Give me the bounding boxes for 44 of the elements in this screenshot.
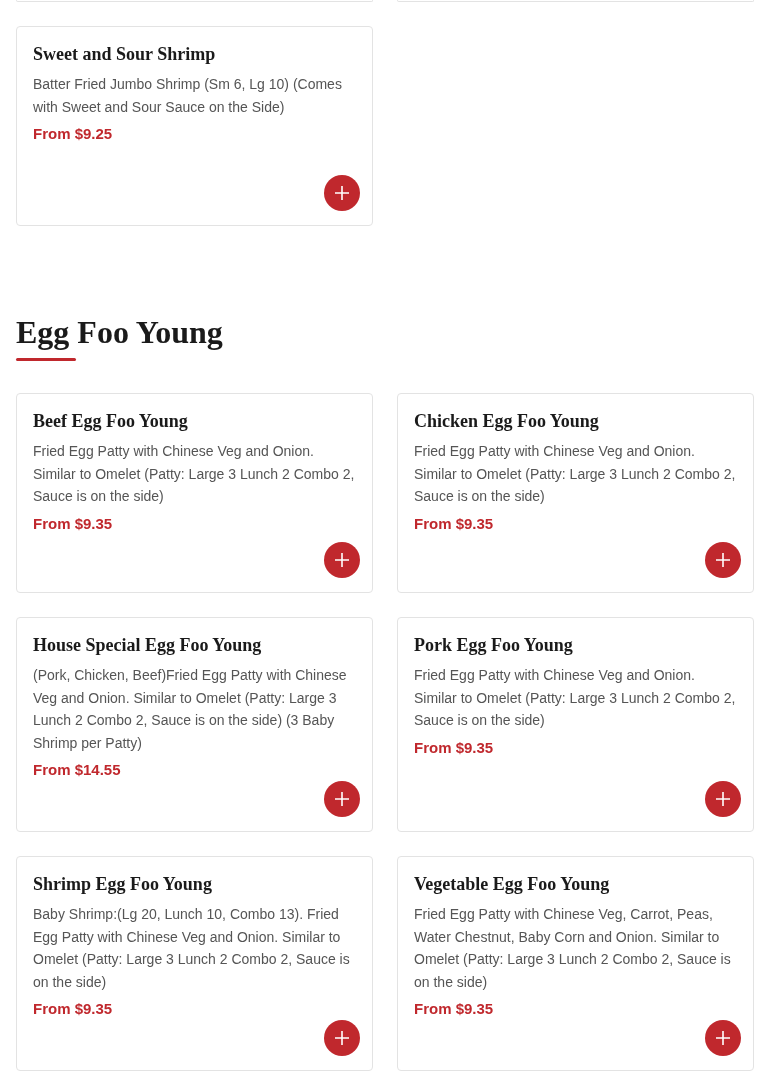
item-name: House Special Egg Foo Young [33, 634, 263, 656]
item-name: Chicken Egg Foo Young [414, 410, 600, 432]
item-name: Sweet and Sour Shrimp [33, 43, 217, 65]
item-description: Fried Egg Patty with Chinese Veg and Onion. Similar to Omelet (Patty: Large 3 Lunch 2 Combo 2, Sauce is on the side) [414, 442, 737, 506]
menu-item-card[interactable]: Pork Egg Foo Young Fried Egg Patty with Chinese Veg and Onion. Similar to Omelet (Patty: Large 3 Lunch 2 Combo 2, Sauce is on the side) From $9.35 [397, 617, 754, 832]
plus-icon [715, 552, 731, 568]
add-button[interactable] [324, 542, 360, 578]
add-button[interactable] [324, 175, 360, 211]
plus-icon [334, 552, 350, 568]
plus-icon [715, 1030, 731, 1046]
item-description: Fried Egg Patty with Chinese Veg and Onion. Similar to Omelet (Patty: Large 3 Lunch 2 Combo 2, Sauce is on the side) [33, 442, 356, 506]
item-price: From $9.35 [414, 999, 495, 1019]
item-price: From $14.55 [33, 760, 122, 780]
menu-item-card[interactable]: Vegetable Egg Foo Young Fried Egg Patty with Chinese Veg, Carrot, Peas, Water Chestnut, Baby Corn and Onion. Similar to Omelet (Patty: Large 3 Lunch 2 Combo 2, Sauce is on the side) From $9.35 [397, 856, 754, 1071]
add-button[interactable] [324, 1020, 360, 1056]
item-description: Fried Egg Patty with Chinese Veg and Onion. Similar to Omelet (Patty: Large 3 Lunch 2 Combo 2, Sauce is on the side) [414, 666, 737, 730]
add-button[interactable] [705, 542, 741, 578]
item-name: Shrimp Egg Foo Young [33, 873, 213, 895]
add-button[interactable] [324, 781, 360, 817]
plus-icon [334, 1030, 350, 1046]
item-name: Beef Egg Foo Young [33, 410, 189, 432]
item-name: Pork Egg Foo Young [414, 634, 574, 656]
item-name: Vegetable Egg Foo Young [414, 873, 611, 895]
menu-item-card[interactable]: Shrimp Egg Foo Young Baby Shrimp:(Lg 20, Lunch 10, Combo 13). Fried Egg Patty with Chinese Veg and Onion. Similar to Omelet (Patty: Large 3 Lunch 2 Combo 2, Sauce is on the side) From $9.35 [16, 856, 373, 1071]
add-button[interactable] [705, 781, 741, 817]
item-description: Fried Egg Patty with Chinese Veg, Carrot, Peas, Water Chestnut, Baby Corn and Onion. Similar to Omelet (Patty: Large 3 Lunch 2 Combo 2, Sauce is on the side) [414, 905, 732, 992]
plus-icon [715, 791, 731, 807]
plus-icon [334, 791, 350, 807]
menu-item-card[interactable] [16, 617, 373, 832]
section-heading: Egg Foo Young [16, 313, 223, 352]
heading-underline [16, 358, 76, 361]
add-button[interactable] [705, 1020, 741, 1056]
item-price: From $9.25 [33, 124, 114, 144]
menu-item-card[interactable]: Sweet and Sour Shrimp Batter Fried Jumbo Shrimp (Sm 6, Lg 10) (Comes with Sweet and Sour Sauce on the Side) From $9.25 [16, 26, 373, 226]
item-price: From $9.35 [414, 513, 495, 534]
plus-icon [334, 185, 350, 201]
item-price: From $9.35 [414, 737, 495, 758]
item-description: Baby Shrimp:(Lg 20, Lunch 10, Combo 13). Fried Egg Patty with Chinese Veg and Onion. Similar to Omelet (Patty: Large 3 Lunch 2 Combo 2, Sauce is on the side) [33, 905, 351, 992]
item-price: From $9.35 [33, 999, 114, 1019]
menu-item-card[interactable]: Chicken Egg Foo Young Fried Egg Patty with Chinese Veg and Onion. Similar to Omelet (Patty: Large 3 Lunch 2 Combo 2, Sauce is on the side) From $9.35 [397, 393, 754, 593]
menu-item-card[interactable]: Beef Egg Foo Young Fried Egg Patty with Chinese Veg and Onion. Similar to Omelet (Patty: Large 3 Lunch 2 Combo 2, Sauce is on the side) From $9.35 [16, 393, 373, 593]
item-description: (Pork, Chicken, Beef)Fried Egg Patty with Chinese Veg and Onion. Similar to Omelet (Patty: Large 3 Lunch 2 Combo 2, Sauce is on the side) (3 Baby Shrimp per Patty) [33, 666, 348, 753]
item-description: Batter Fried Jumbo Shrimp (Sm 6, Lg 10) (Comes with Sweet and Sour Sauce on the Side) [33, 75, 343, 117]
item-price: From $9.35 [33, 513, 114, 534]
